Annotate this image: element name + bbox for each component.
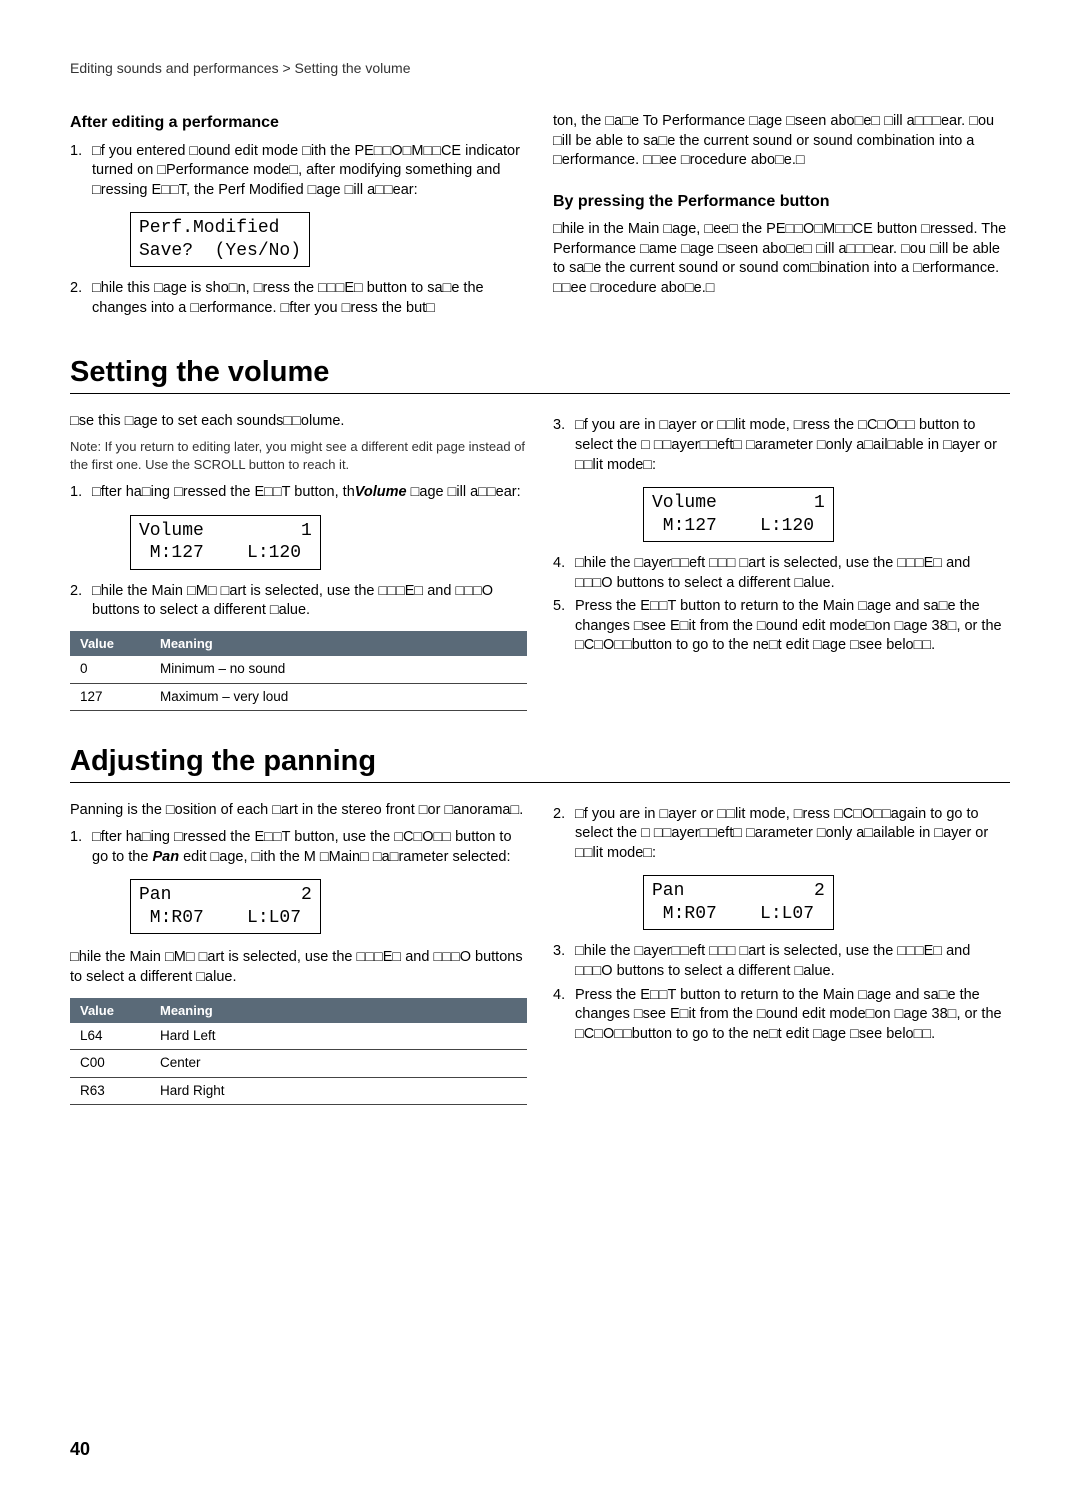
- volume-columns: □se this □age to set each sounds□□olume.…: [70, 412, 1010, 710]
- panning-step1: □fter ha□ing □ressed the E□□T button, us…: [92, 828, 527, 867]
- table-row: 0Minimum – no sound: [70, 656, 527, 683]
- lcd-volume-left: Volume 1 M:127 L:120: [130, 515, 321, 570]
- table-row: R63Hard Right: [70, 1077, 527, 1104]
- table-row: L64Hard Left: [70, 1023, 527, 1050]
- panning-value-table: ValueMeaning L64Hard Left C00Center R63H…: [70, 998, 527, 1105]
- top-step2: □hile this □age is sho□n, □ress the □□□E…: [92, 279, 527, 318]
- volume-intro: □se this □age to set each sounds□□olume.: [70, 412, 527, 432]
- volume-step3: □f you are in □ayer or □□lit mode, □ress…: [575, 416, 1010, 475]
- heading-adjusting-panning: Adjusting the panning: [70, 745, 1010, 783]
- volume-step5: Press the E□□T button to return to the M…: [575, 597, 1010, 656]
- panning-step4: Press the E□□T button to return to the M…: [575, 986, 1010, 1045]
- volume-step2: □hile the Main □M□ □art is selected, use…: [92, 582, 527, 621]
- intro-columns: After editing a performance 1.□f you ent…: [70, 112, 1010, 322]
- top-step1: □f you entered □ound edit mode □ith the …: [92, 142, 527, 201]
- heading-setting-volume: Setting the volume: [70, 356, 1010, 394]
- top-right-para1: ton, the □a□e To Performance □age □seen …: [553, 112, 1010, 171]
- lcd-perf-modified: Perf.Modified Save? (Yes/No): [130, 212, 310, 267]
- volume-note: Note: If you return to editing later, yo…: [70, 438, 527, 473]
- page-number: 40: [70, 1439, 90, 1460]
- panning-columns: Panning is the □osition of each □art in …: [70, 801, 1010, 1105]
- volume-step4: □hile the □ayer□□eft □□□ □art is selecte…: [575, 554, 1010, 593]
- panning-intro: Panning is the □osition of each □art in …: [70, 801, 527, 821]
- breadcrumb: Editing sounds and performances > Settin…: [70, 60, 1010, 76]
- by-pressing-heading: By pressing the Performance button: [553, 191, 1010, 213]
- volume-value-table: ValueMeaning 0Minimum – no sound 127Maxi…: [70, 631, 527, 711]
- panning-step2: □f you are in □ayer or □□lit mode, □ress…: [575, 805, 1010, 864]
- table-row: C00Center: [70, 1050, 527, 1077]
- lcd-volume-right: Volume 1 M:127 L:120: [643, 487, 834, 542]
- top-right-para2: □hile in the Main □age, □ee□ the PE□□O□M…: [553, 220, 1010, 298]
- after-editing-heading: After editing a performance: [70, 112, 527, 134]
- table-row: 127Maximum – very loud: [70, 683, 527, 710]
- panning-step3: □hile the □ayer□□eft □□□ □art is selecte…: [575, 942, 1010, 981]
- volume-step1: □fter ha□ing □ressed the E□□T button, th…: [92, 483, 527, 503]
- panning-after: □hile the Main □M□ □art is selected, use…: [70, 948, 527, 987]
- lcd-pan-right: Pan 2 M:R07 L:L07: [643, 875, 834, 930]
- lcd-pan-left: Pan 2 M:R07 L:L07: [130, 879, 321, 934]
